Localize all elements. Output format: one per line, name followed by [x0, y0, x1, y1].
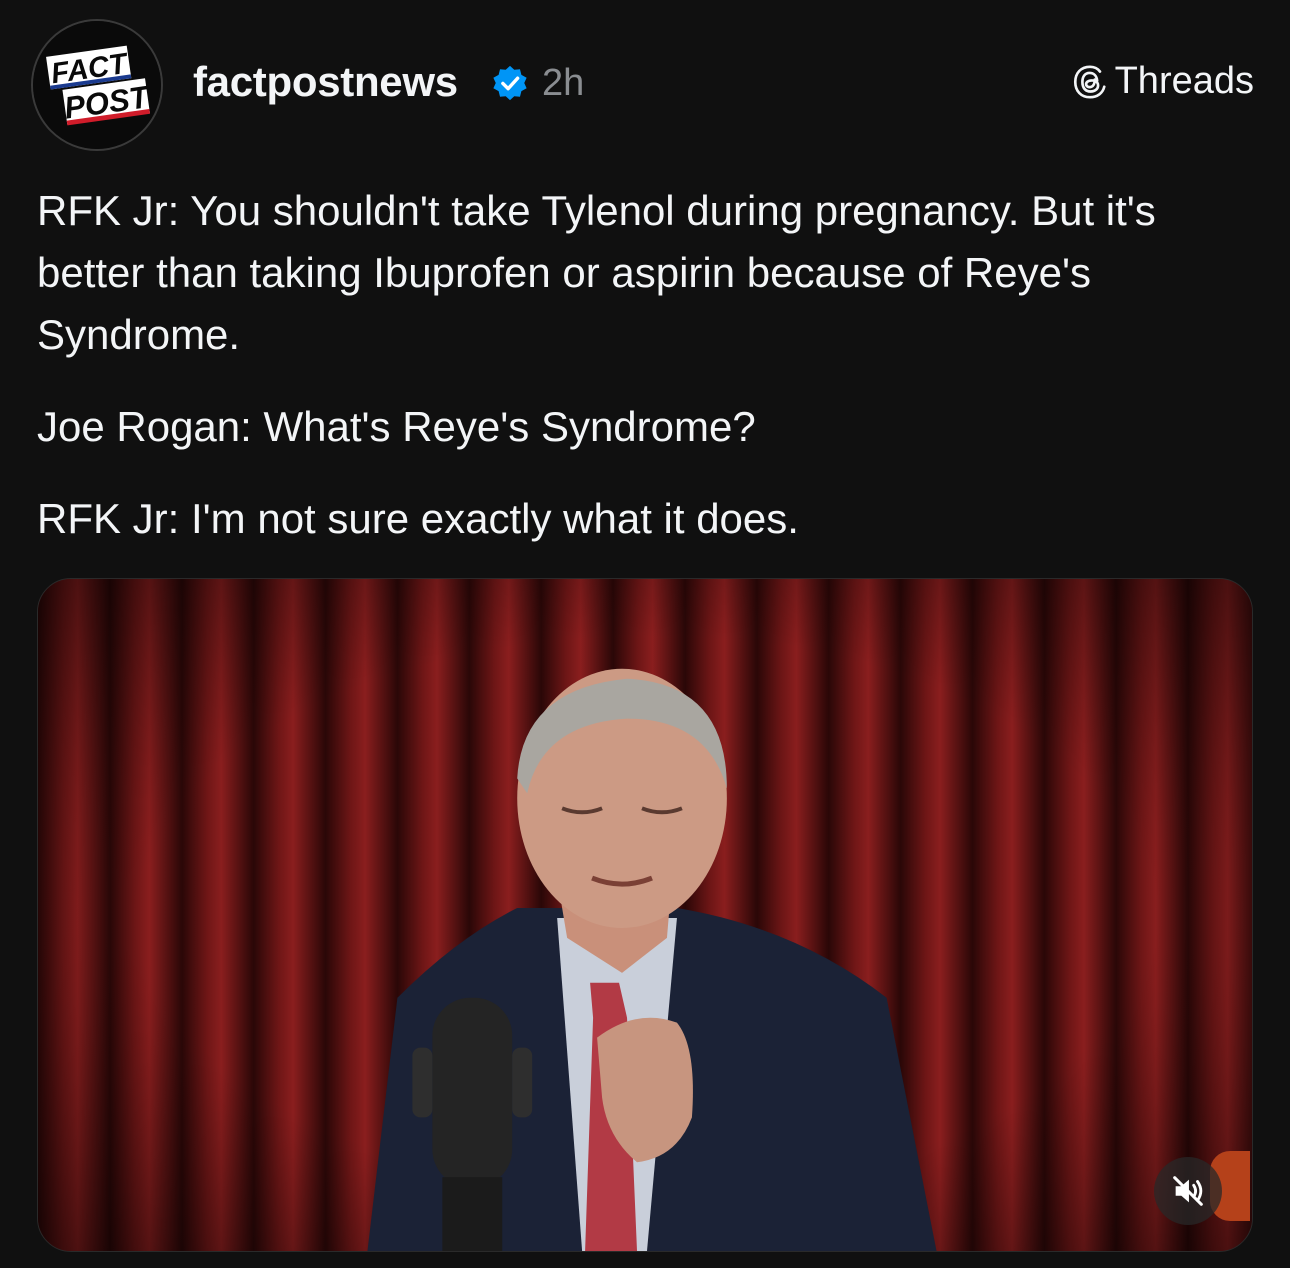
video-frame — [38, 579, 1252, 1251]
fact-post-logo: FACT POST — [33, 21, 161, 149]
post-paragraph: RFK Jr: You shouldn't take Tylenol durin… — [37, 187, 1156, 358]
mute-toggle-button[interactable] — [1154, 1157, 1222, 1225]
muted-speaker-icon — [1173, 1176, 1203, 1206]
threads-label: Threads — [1114, 60, 1254, 102]
threads-icon — [1073, 64, 1106, 99]
post-header: FACT POST factpostnews 2h Threads — [0, 0, 1290, 170]
post-paragraph: RFK Jr: I'm not sure exactly what it doe… — [37, 495, 799, 542]
verified-badge-icon — [493, 65, 527, 101]
post-body: RFK Jr: You shouldn't take Tylenol durin… — [37, 180, 1257, 580]
avatar[interactable]: FACT POST — [31, 19, 163, 151]
video-player[interactable] — [37, 578, 1253, 1252]
post-paragraph: Joe Rogan: What's Reye's Syndrome? — [37, 403, 756, 450]
username[interactable]: factpostnews — [193, 58, 458, 106]
post-time: 2h — [542, 62, 585, 104]
threads-link[interactable]: Threads — [1071, 60, 1254, 103]
